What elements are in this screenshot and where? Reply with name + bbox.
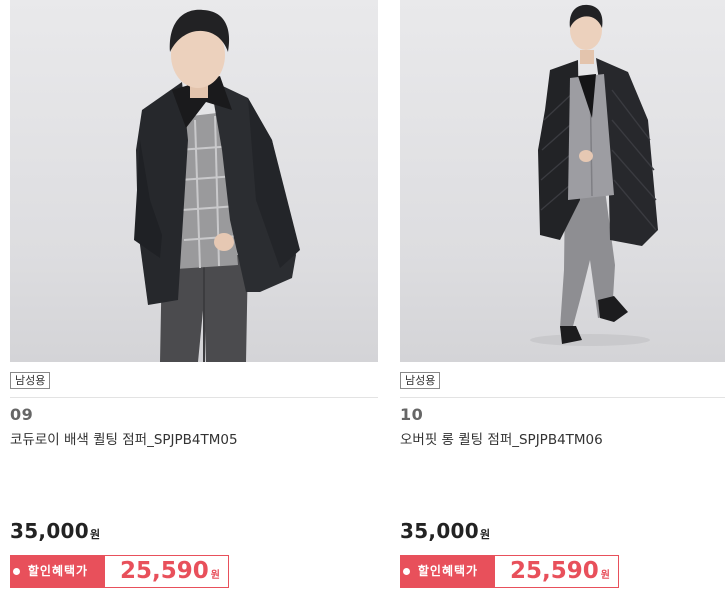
product-card[interactable]: 남성용 09 코듀로이 배색 퀼팅 점퍼_SPJPB4TM05 35,000원 … (10, 0, 378, 600)
price: 35,000원 (400, 519, 490, 543)
discount-unit: 원 (600, 570, 610, 581)
discount-price-box: 할인혜택가 25,590 원 (400, 555, 619, 588)
divider (10, 397, 378, 398)
discount-amount: 25,590 (510, 558, 599, 584)
product-grid: 남성용 09 코듀로이 배색 퀼팅 점퍼_SPJPB4TM05 35,000원 … (0, 0, 725, 600)
discount-unit: 원 (210, 570, 220, 581)
product-name[interactable]: 오버핏 롱 퀼팅 점퍼_SPJPB4TM06 (400, 428, 603, 448)
discount-label: 할인혜택가 (11, 556, 105, 587)
price: 35,000원 (10, 519, 100, 543)
discount-amount: 25,590 (120, 558, 209, 584)
discount-price-box: 할인혜택가 25,590 원 (10, 555, 229, 588)
product-card[interactable]: 남성용 10 오버핏 롱 퀼팅 점퍼_SPJPB4TM06 35,000원 할인… (400, 0, 725, 600)
price-unit: 원 (479, 528, 491, 541)
discount-price: 25,590 원 (510, 556, 610, 591)
gender-tag: 남성용 (400, 372, 441, 389)
product-image[interactable] (400, 0, 725, 362)
product-number: 10 (400, 405, 424, 424)
discount-price: 25,590 원 (120, 556, 220, 591)
product-image[interactable] (10, 0, 378, 362)
price-unit: 원 (89, 528, 101, 541)
gender-tag: 남성용 (10, 372, 51, 389)
discount-label: 할인혜택가 (401, 556, 495, 587)
price-amount: 35,000 (400, 519, 479, 543)
price-amount: 35,000 (10, 519, 89, 543)
divider (400, 397, 725, 398)
product-number: 09 (10, 405, 34, 424)
product-name[interactable]: 코듀로이 배색 퀼팅 점퍼_SPJPB4TM05 (10, 428, 238, 448)
